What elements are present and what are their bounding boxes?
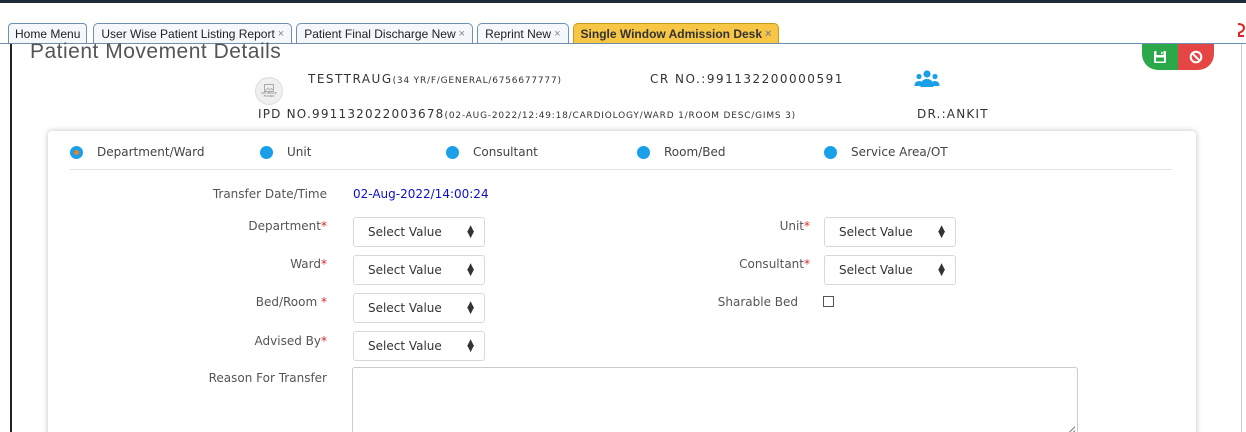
patient-info: TESTTRAUG(34 YR/F/GENERAL/6756677777)	[308, 72, 562, 86]
close-icon[interactable]: ×	[554, 24, 560, 44]
patient-name: TESTTRAUG	[308, 72, 393, 86]
consultant-select[interactable]: Select Value ▲ ▼	[824, 255, 956, 285]
cr-number: CR NO.:991132200000591	[650, 72, 844, 86]
save-button[interactable]	[1142, 44, 1178, 70]
tab-patient-final-discharge-new[interactable]: Patient Final Discharge New ×	[296, 23, 474, 44]
bed-room-label-text: Bed/Room	[255, 295, 321, 309]
ipd-details: (02-AUG-2022/12:49:18/CARDIOLOGY/WARD 1/…	[444, 111, 796, 121]
bed-room-label: Bed/Room *	[170, 295, 327, 309]
ward-select[interactable]: Select Value ▲ ▼	[353, 255, 485, 285]
radio-consultant[interactable]: Consultant	[446, 145, 538, 159]
sharable-bed-label: Sharable Bed	[717, 295, 798, 309]
transfer-datetime-label: Transfer Date/Time	[212, 187, 327, 201]
divider	[70, 169, 1172, 170]
radio-icon	[260, 145, 273, 159]
ward-label: Ward*	[170, 257, 327, 271]
unit-label: Unit*	[650, 219, 810, 233]
required-mark: *	[804, 257, 810, 271]
tab-label: Reprint New	[485, 27, 552, 41]
cancel-icon	[1189, 50, 1203, 64]
advised-by-label: Advised By*	[170, 334, 327, 348]
sort-arrows-icon: ▲ ▼	[938, 224, 945, 240]
transfer-datetime-value: 02-Aug-2022/14:00:24	[353, 187, 489, 201]
radio-department-ward[interactable]: Department/Ward	[70, 145, 204, 159]
radio-icon	[824, 145, 837, 159]
consultant-label-text: Consultant	[739, 257, 804, 271]
top-strip	[0, 0, 1246, 20]
radio-label: Unit	[287, 145, 312, 159]
patient-photo: NO IMAGE FOUND	[255, 77, 283, 105]
unit-select[interactable]: Select Value ▲ ▼	[824, 217, 956, 247]
sort-arrows-icon: ▲ ▼	[467, 224, 474, 240]
bed-room-select[interactable]: Select Value ▲ ▼	[353, 293, 485, 323]
required-mark: *	[321, 295, 327, 309]
sort-arrows-icon: ▲ ▼	[467, 262, 474, 278]
sharable-bed-checkbox[interactable]	[823, 296, 834, 307]
department-label: Department*	[170, 219, 327, 233]
radio-room-bed[interactable]: Room/Bed	[637, 145, 725, 159]
patient-details: (34 YR/F/GENERAL/6756677777)	[392, 76, 562, 86]
ward-label-text: Ward	[290, 257, 321, 271]
action-buttons	[1142, 44, 1214, 70]
ipd-number: IPD NO.991132022003678	[258, 107, 445, 121]
department-select-value: Select Value	[368, 225, 442, 239]
close-icon[interactable]: ×	[765, 24, 771, 44]
department-label-text: Department	[248, 219, 321, 233]
movement-type-options: Department/Ward Unit Consultant Room/Bed…	[0, 145, 1246, 163]
radio-label: Room/Bed	[664, 145, 726, 159]
bed-room-select-value: Select Value	[368, 301, 442, 315]
radio-selected-icon	[70, 145, 83, 159]
ward-select-value: Select Value	[368, 263, 442, 277]
unit-select-value: Select Value	[839, 225, 913, 239]
required-mark: *	[321, 334, 327, 348]
required-mark: *	[804, 219, 810, 233]
reason-label: Reason For Transfer	[208, 371, 327, 385]
tab-single-window-admission-desk[interactable]: Single Window Admission Desk ×	[572, 23, 780, 44]
radio-icon	[637, 145, 650, 159]
required-mark: *	[321, 257, 327, 271]
radio-service-area-ot[interactable]: Service Area/OT	[824, 145, 948, 159]
sort-arrows-icon: ▲ ▼	[467, 338, 474, 354]
users-icon[interactable]	[914, 69, 940, 93]
department-select[interactable]: Select Value ▲ ▼	[353, 217, 485, 247]
ipd-info: IPD NO.991132022003678(02-AUG-2022/12:49…	[258, 107, 796, 121]
doctor-name: DR.:ANKIT	[917, 107, 989, 121]
tab-reprint-new[interactable]: Reprint New ×	[477, 23, 569, 44]
sort-arrows-icon: ▲ ▼	[467, 300, 474, 316]
radio-unit[interactable]: Unit	[260, 145, 311, 159]
radio-icon	[446, 145, 459, 159]
reason-textarea[interactable]	[352, 367, 1078, 432]
radio-label: Service Area/OT	[851, 145, 948, 159]
cancel-button[interactable]	[1178, 44, 1214, 70]
radio-label: Department/Ward	[97, 145, 205, 159]
save-icon	[1154, 51, 1166, 63]
no-image-label: FOUND	[263, 94, 275, 98]
required-mark: *	[321, 219, 327, 233]
top-dark-line	[0, 0, 1246, 3]
sort-arrows-icon: ▲ ▼	[938, 262, 945, 278]
advised-by-select[interactable]: Select Value ▲ ▼	[353, 331, 485, 361]
resize-handle-icon[interactable]	[1067, 426, 1075, 432]
advised-by-label-text: Advised By	[254, 334, 321, 348]
tab-label: Single Window Admission Desk	[580, 27, 763, 41]
radio-label: Consultant	[473, 145, 538, 159]
unit-label-text: Unit	[779, 219, 804, 233]
consultant-label: Consultant*	[650, 257, 810, 271]
tab-label: Patient Final Discharge New	[304, 27, 456, 41]
close-icon[interactable]: ×	[459, 24, 465, 44]
page-title: Patient Movement Details	[30, 40, 282, 63]
advised-by-select-value: Select Value	[368, 339, 442, 353]
consultant-select-value: Select Value	[839, 263, 913, 277]
edge-indicator	[1236, 22, 1246, 38]
